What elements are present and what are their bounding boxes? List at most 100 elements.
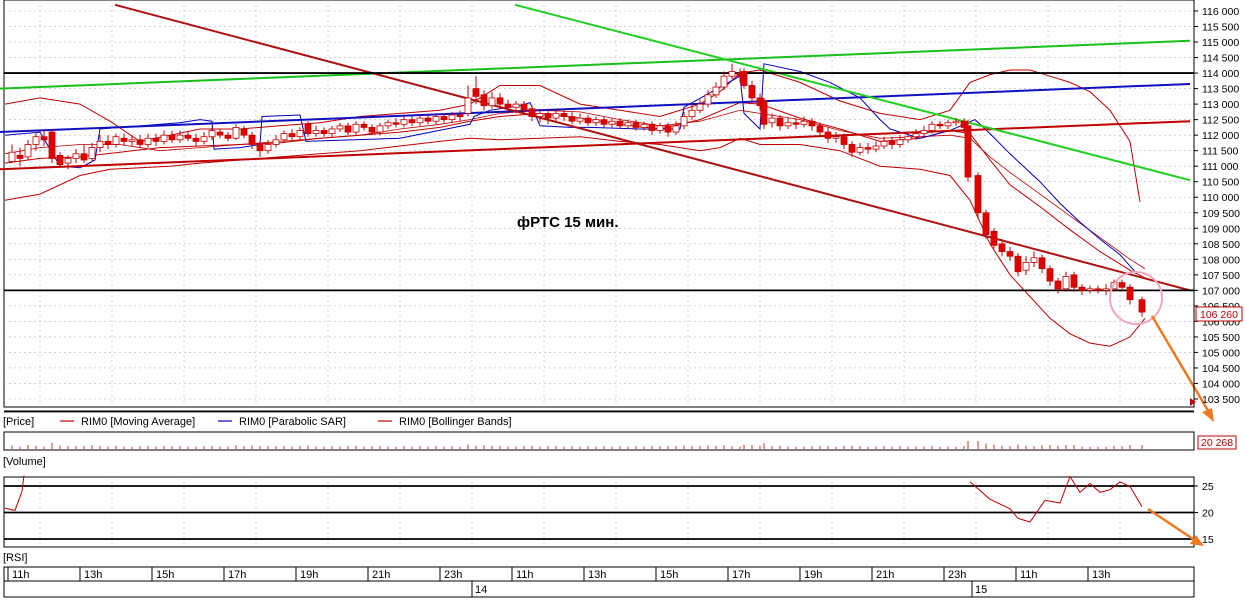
candle <box>784 122 792 127</box>
y-tick-label: 112 000 <box>1202 130 1239 142</box>
y-tick-label: 116 000 <box>1202 6 1239 18</box>
candle <box>576 117 584 122</box>
y-tick-label: 112 500 <box>1202 115 1239 127</box>
candle <box>512 103 520 108</box>
candle <box>136 139 144 145</box>
rsi-pane-label: [RSI] <box>3 552 27 564</box>
y-tick-label: 105 000 <box>1202 347 1240 359</box>
candle <box>456 114 464 117</box>
price-pane-label: [Price] <box>3 416 34 428</box>
y-tick-label: 105 500 <box>1202 332 1240 344</box>
candle <box>32 136 40 145</box>
volume-pane[interactable]: 20 268 [Volume] <box>3 431 1237 468</box>
volume-plot-frame <box>3 431 1195 451</box>
candle <box>48 131 56 159</box>
candle <box>1046 268 1054 282</box>
candle <box>656 125 664 131</box>
candle <box>296 130 304 138</box>
candle <box>8 151 16 162</box>
candle <box>24 144 32 158</box>
candle <box>1038 257 1046 270</box>
rsi-pane[interactable]: 25 20 15 [RSI] <box>3 475 1214 564</box>
candle <box>928 123 936 131</box>
y-tick-label: 108 500 <box>1202 239 1240 251</box>
candle <box>104 140 112 145</box>
candle <box>192 137 200 142</box>
candle <box>288 133 296 138</box>
candle <box>816 125 824 133</box>
candle <box>998 243 1006 252</box>
candle <box>608 120 616 125</box>
candle <box>336 125 344 130</box>
candle <box>1126 286 1134 301</box>
candle <box>1078 286 1086 291</box>
candle <box>200 136 208 142</box>
y-tick-label: 115 000 <box>1202 37 1239 49</box>
candle <box>544 113 552 119</box>
candle <box>1030 257 1038 263</box>
candle <box>792 122 800 125</box>
hour-label: 21h <box>876 569 894 581</box>
candle <box>224 134 232 139</box>
candle <box>280 133 288 141</box>
candle <box>496 97 504 105</box>
y-tick-label: 114 000 <box>1202 68 1239 80</box>
candle <box>696 103 704 111</box>
y-tick-label: 111 500 <box>1202 146 1239 158</box>
candle <box>1102 288 1110 291</box>
price-pane[interactable]: фРТС 15 мин. <box>0 0 1214 422</box>
candle <box>856 147 864 153</box>
y-tick-label: 108 000 <box>1202 254 1240 266</box>
rsi-tick-label: 15 <box>1202 534 1214 546</box>
candle <box>248 134 256 145</box>
candle <box>264 144 272 152</box>
candle <box>1086 288 1094 291</box>
y-tick-label: 104 500 <box>1202 363 1240 375</box>
candle <box>320 130 328 135</box>
candle <box>936 123 944 127</box>
candle <box>160 134 168 142</box>
legend-label: RIM0 [Bollinger Bands] <box>399 416 512 428</box>
candle <box>344 125 352 133</box>
last-price-label: 106 260 <box>1200 309 1238 321</box>
candle <box>1054 280 1062 290</box>
candle <box>408 119 416 124</box>
candle <box>1062 275 1070 290</box>
candle <box>72 153 80 159</box>
candle <box>1118 282 1126 288</box>
candle <box>216 131 224 136</box>
hour-label: 11h <box>516 569 534 581</box>
candle <box>584 117 592 124</box>
candle <box>360 123 368 128</box>
candle <box>1138 299 1146 313</box>
candle <box>760 100 768 125</box>
last-price-tag: 106 260 <box>1195 306 1243 322</box>
candle <box>720 75 728 88</box>
candle <box>184 134 192 139</box>
candle <box>64 158 72 164</box>
candle <box>912 133 920 138</box>
volume-pane-label: [Volume] <box>3 456 46 468</box>
hour-label: 23h <box>948 569 966 581</box>
hour-label: 19h <box>300 569 318 581</box>
y-tick-label: 109 000 <box>1202 223 1240 235</box>
candle <box>748 85 756 99</box>
legend-item-parabolic-sar: RIM0 [Parabolic SAR] <box>218 416 346 428</box>
candle <box>904 136 912 141</box>
hour-label: 15h <box>156 569 174 581</box>
y-tick-label: 103 500 <box>1202 394 1240 406</box>
candle <box>974 175 982 214</box>
day-label: 15 <box>975 584 987 596</box>
y-tick-label: 113 500 <box>1202 84 1239 96</box>
candle <box>400 119 408 125</box>
candle <box>528 108 536 117</box>
candle <box>776 117 784 127</box>
legend-item-bollinger-bands: RIM0 [Bollinger Bands] <box>378 416 512 428</box>
last-volume-label: 20 268 <box>1201 437 1233 449</box>
candle <box>56 154 64 166</box>
candle <box>384 122 392 127</box>
candle <box>152 137 160 142</box>
candle <box>880 140 888 147</box>
chart-window: фРТС 15 мин. 116 000 115 500 115 000 114 50… <box>0 0 1245 599</box>
candle <box>768 117 776 124</box>
